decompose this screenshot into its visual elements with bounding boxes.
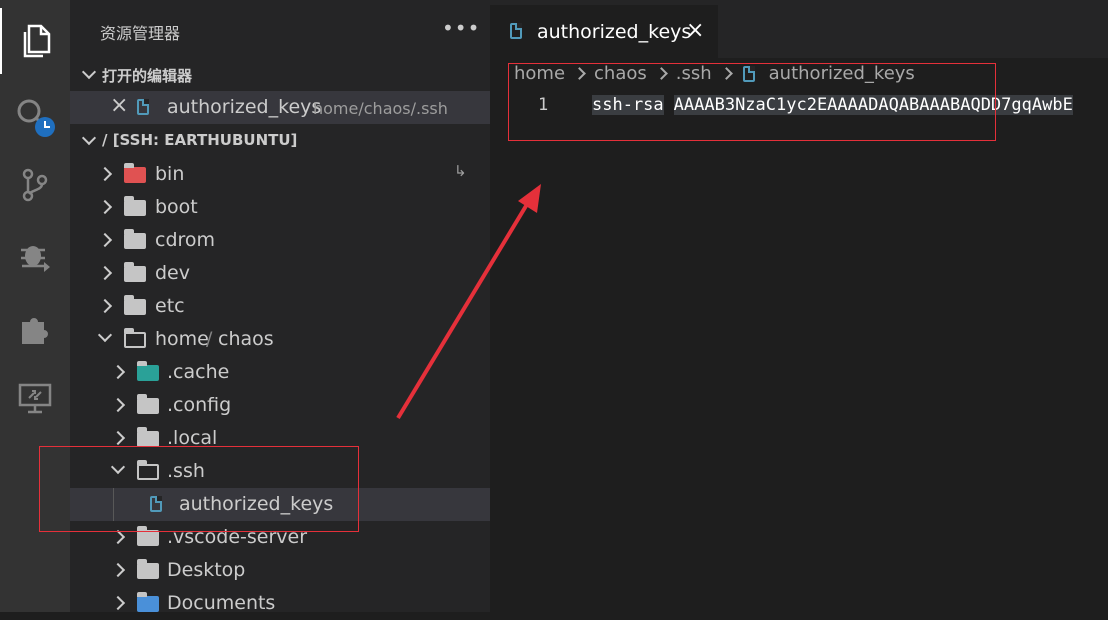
annotation-arrow bbox=[396, 184, 541, 420]
